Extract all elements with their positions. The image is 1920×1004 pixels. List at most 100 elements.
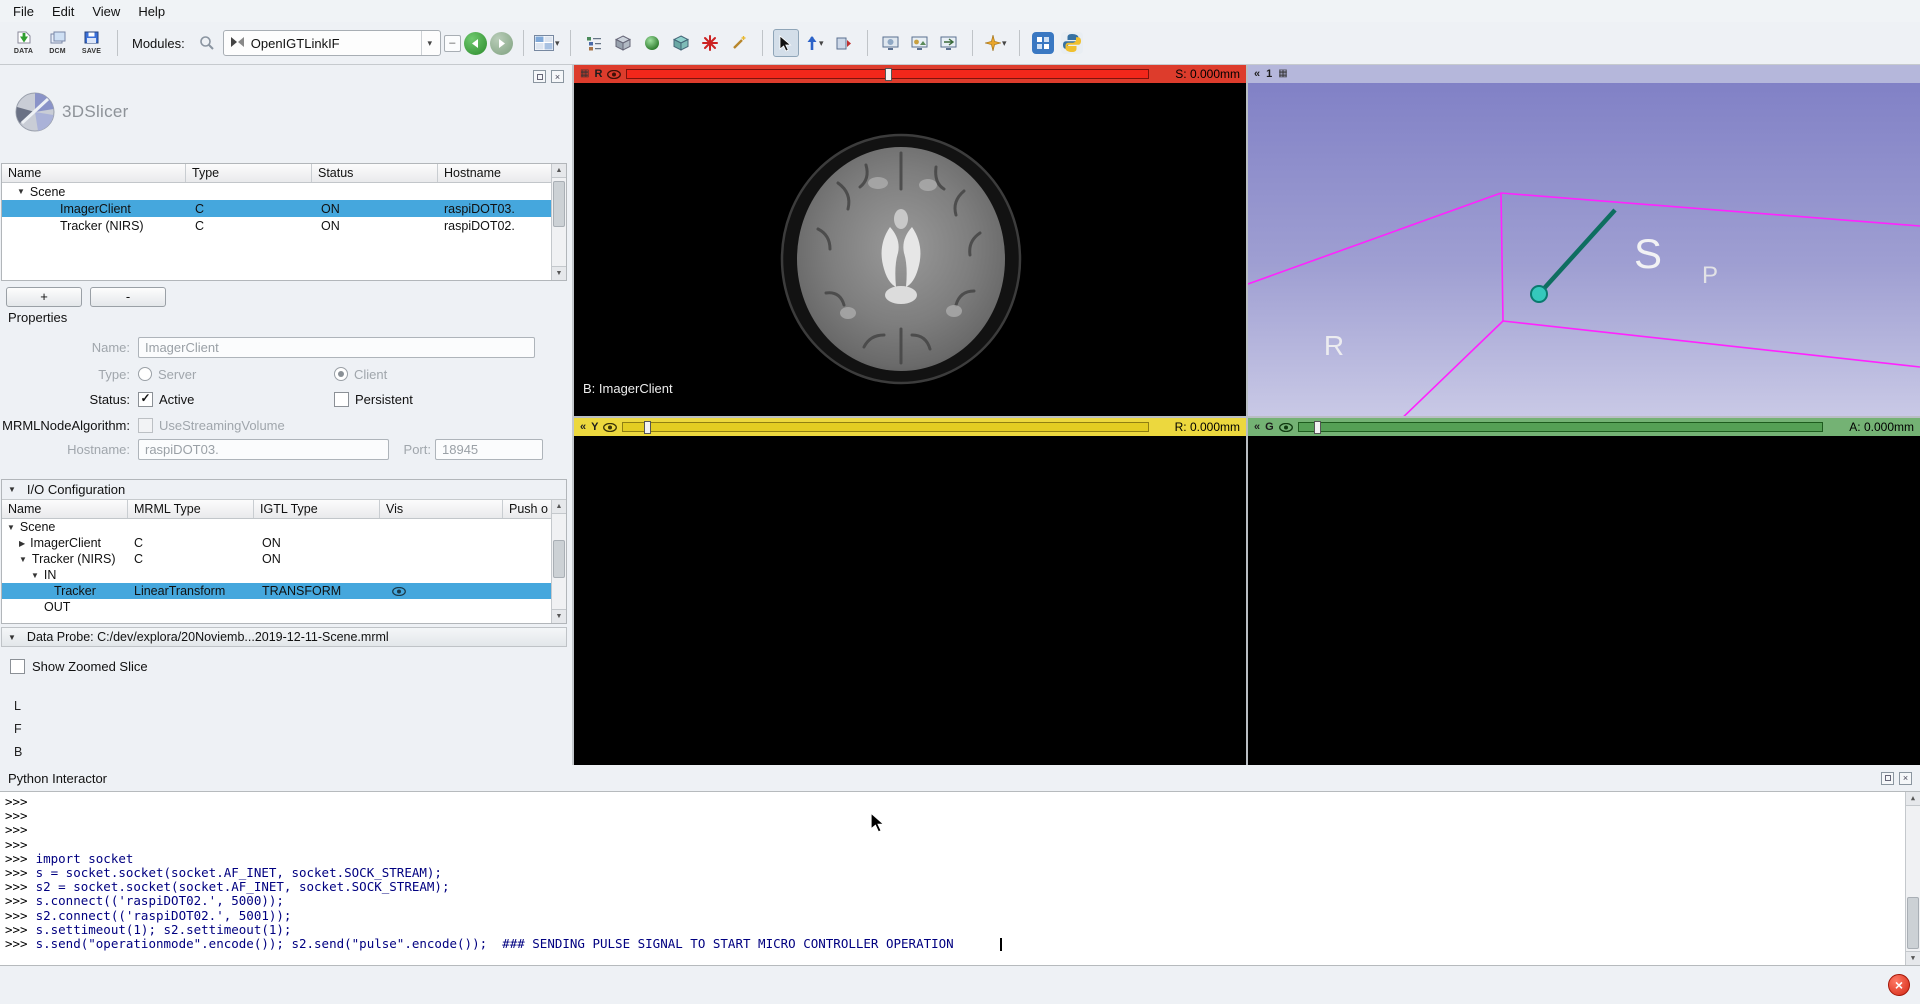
menu-help[interactable]: Help (129, 2, 174, 21)
extensions-manager-icon[interactable] (1030, 29, 1056, 57)
persistent-checkbox[interactable] (334, 392, 349, 407)
green-slice-offset-slider[interactable] (1298, 422, 1823, 432)
streaming-volume-checkbox[interactable] (138, 418, 153, 433)
pin-icon[interactable]: ▦ (580, 69, 589, 79)
io-row[interactable]: ▶ImagerClient C ON (2, 535, 553, 551)
scroll-down-icon[interactable]: ▼ (552, 266, 566, 280)
module-selector[interactable]: OpenIGTLinkIF ▾ (223, 30, 441, 56)
layout-selector-icon[interactable]: ▾ (534, 29, 560, 57)
console-scrollbar[interactable]: ▲ ▼ (1905, 792, 1920, 965)
slicer-window: File Edit View Help DATA DCM SAVE Module… (0, 0, 1920, 1004)
menu-file[interactable]: File (4, 2, 43, 21)
undock-panel-icon[interactable] (533, 70, 546, 83)
scene-view-restore-icon[interactable] (936, 29, 962, 57)
orientation-marker-r: R (1324, 330, 1344, 361)
visibility-eye-icon[interactable] (603, 420, 617, 435)
load-data-button[interactable]: DATA (8, 26, 39, 60)
error-log-close-button[interactable]: × (1888, 974, 1910, 996)
slider-handle[interactable] (1314, 421, 1321, 434)
subject-hierarchy-icon[interactable] (581, 29, 607, 57)
scroll-up-icon[interactable]: ▲ (552, 500, 566, 514)
expand-triangle-icon[interactable]: ▼ (17, 187, 25, 196)
crosshair-icon[interactable]: ▾ (983, 29, 1009, 57)
io-configuration-header[interactable]: ▼ I/O Configuration (2, 480, 566, 500)
visibility-eye-icon[interactable] (1279, 420, 1293, 435)
collapse-chevron-icon[interactable]: « (1254, 422, 1260, 433)
volumes-cube-icon[interactable] (610, 29, 636, 57)
connector-row[interactable]: Tracker (NIRS) C ON raspiDOT02. (2, 217, 553, 234)
red-slice-canvas[interactable]: B: ImagerClient (574, 83, 1246, 416)
dicom-button[interactable]: DCM (42, 26, 73, 60)
io-row-out[interactable]: OUT (2, 599, 553, 615)
hostname-field[interactable]: raspiDOT03. (138, 439, 389, 460)
expand-triangle-icon[interactable]: ▼ (7, 523, 15, 532)
mouse-pointer-mode-icon[interactable] (773, 29, 799, 57)
io-row-in[interactable]: ▼IN (2, 567, 553, 583)
fiducial-star-icon[interactable] (697, 29, 723, 57)
scroll-up-icon[interactable]: ▲ (1906, 792, 1920, 806)
adjust-view-mode-icon[interactable] (831, 29, 857, 57)
menu-view[interactable]: View (83, 2, 129, 21)
threed-canvas[interactable]: S P R (1248, 83, 1920, 416)
connector-name-field[interactable]: ImagerClient (138, 337, 535, 358)
place-point-mode-icon[interactable]: ▾ (802, 29, 828, 57)
visibility-eye-icon[interactable] (392, 587, 406, 596)
red-slice-offset-slider[interactable] (626, 69, 1149, 79)
transforms-cube-icon[interactable] (668, 29, 694, 57)
scene-view-capture-icon[interactable] (907, 29, 933, 57)
expand-triangle-icon[interactable]: ▼ (19, 555, 27, 564)
tracker-tip-sphere (1531, 286, 1547, 302)
screenshot-icon[interactable] (878, 29, 904, 57)
main-area: × 3DSlicer Name Type Status Hostn (0, 65, 1920, 765)
add-connector-button[interactable]: + (6, 287, 82, 307)
probe-layer-f: F (14, 718, 22, 741)
magic-wand-icon[interactable] (726, 29, 752, 57)
module-back-button[interactable] (464, 32, 487, 55)
scroll-down-icon[interactable]: ▼ (552, 609, 566, 623)
slider-handle[interactable] (885, 68, 892, 81)
io-table-scrollbar[interactable]: ▲ ▼ (551, 500, 566, 623)
pin-icon[interactable]: ▦ (1278, 69, 1287, 79)
io-row-tracker[interactable]: Tracker LinearTransform TRANSFORM (2, 583, 553, 599)
dicom-icon (50, 31, 66, 47)
server-radio[interactable] (138, 367, 152, 381)
module-search-icon[interactable] (194, 29, 220, 57)
connector-row[interactable]: ImagerClient C ON raspiDOT03. (2, 200, 553, 217)
client-radio[interactable] (334, 367, 348, 381)
yellow-slice-offset-slider[interactable] (622, 422, 1149, 432)
undock-console-icon[interactable] (1881, 772, 1894, 785)
scroll-up-icon[interactable]: ▲ (552, 164, 566, 178)
data-probe-header[interactable]: ▼ Data Probe: C:/dev/explora/20Noviemb..… (1, 627, 567, 647)
close-panel-icon[interactable]: × (551, 70, 564, 83)
close-console-icon[interactable]: × (1899, 772, 1912, 785)
show-zoomed-slice-checkbox[interactable] (10, 659, 25, 674)
green-slice-canvas[interactable] (1248, 436, 1920, 765)
module-history-button[interactable]: – (444, 35, 461, 52)
io-row[interactable]: ▼Tracker (NIRS) C ON (2, 551, 553, 567)
port-field[interactable]: 18945 (435, 439, 543, 460)
chevron-down-icon: ▾ (421, 31, 438, 55)
scroll-down-icon[interactable]: ▼ (1906, 951, 1920, 965)
toolbar-separator (762, 30, 763, 56)
connector-table-scrollbar[interactable]: ▲ ▼ (551, 164, 566, 280)
collapse-chevron-icon[interactable]: « (1254, 69, 1260, 80)
connector-scene-row[interactable]: ▼ Scene (2, 183, 553, 200)
save-button[interactable]: SAVE (76, 26, 107, 60)
slider-handle[interactable] (644, 421, 651, 434)
expand-triangle-icon[interactable]: ▼ (31, 571, 39, 580)
menu-edit[interactable]: Edit (43, 2, 83, 21)
load-data-icon (16, 31, 32, 47)
active-checkbox[interactable] (138, 392, 153, 407)
io-scene-row[interactable]: ▼Scene (2, 519, 553, 535)
python-console[interactable]: >>> >>> >>> >>> >>>import socket >>>s = … (0, 791, 1920, 966)
modules-label: Modules: (132, 36, 185, 51)
remove-connector-button[interactable]: - (90, 287, 166, 307)
expand-triangle-icon[interactable]: ▶ (19, 539, 25, 548)
module-forward-button[interactable] (490, 32, 513, 55)
openigtlink-module-icon (230, 36, 245, 51)
visibility-eye-icon[interactable] (607, 67, 621, 82)
models-sphere-icon[interactable] (639, 29, 665, 57)
collapse-chevron-icon[interactable]: « (580, 422, 586, 433)
python-console-icon[interactable] (1059, 29, 1085, 57)
yellow-slice-canvas[interactable] (574, 436, 1246, 765)
